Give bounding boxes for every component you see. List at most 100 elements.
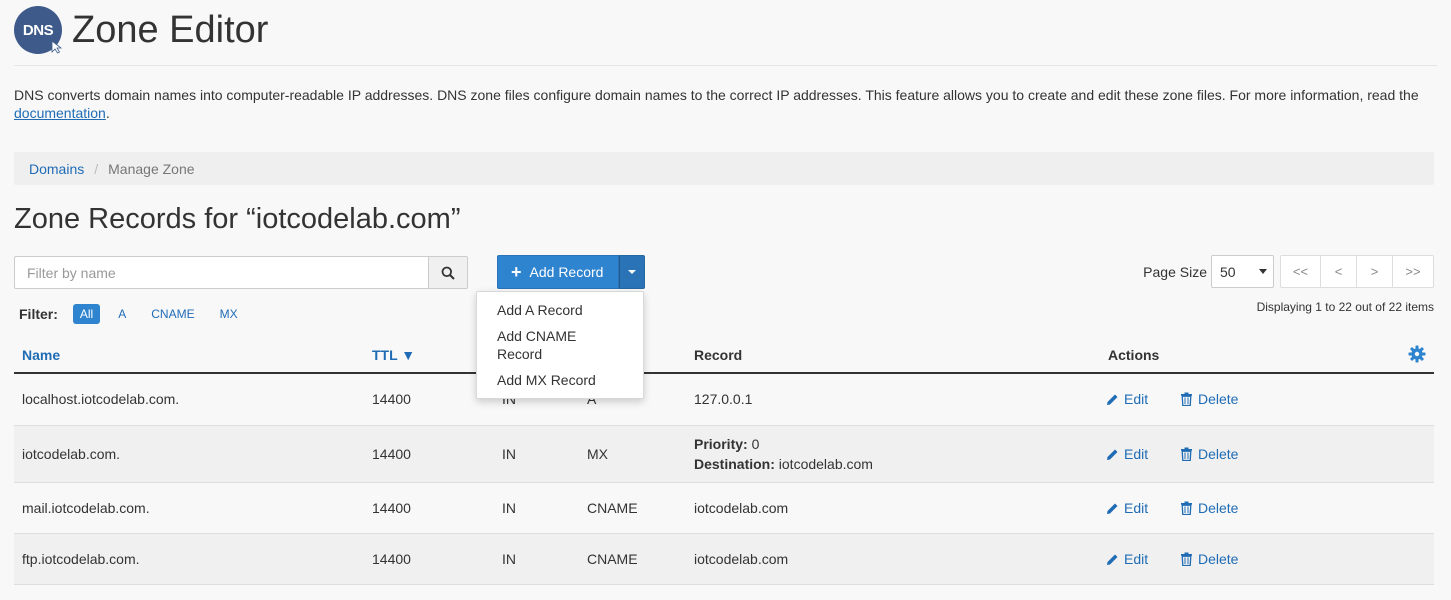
record-ttl: 14400 [372,446,411,462]
edit-button[interactable]: Edit [1106,500,1148,516]
priority-value: 0 [747,436,760,452]
record-name: ftp.iotcodelab.com. [22,551,140,567]
delete-label: Delete [1198,391,1239,407]
cursor-icon [51,40,63,54]
page-size-select[interactable]: 50 [1211,255,1274,288]
pencil-icon [1107,503,1118,514]
title-divider [14,65,1437,66]
destination-label: Destination: [694,456,775,472]
delete-label: Delete [1198,551,1239,567]
page-size-label: Page Size [1143,263,1207,280]
record-value: iotcodelab.com [694,551,789,567]
breadcrumb: Domains / Manage Zone [14,152,1434,185]
add-record-menu: Add A Record Add CNAME Record Add MX Rec… [476,291,644,399]
filter-label: Filter: [19,306,58,322]
record-ttl: 14400 [372,551,411,567]
breadcrumb-separator: / [94,160,99,177]
record-class: IN [502,500,516,516]
edit-label: Edit [1124,391,1149,407]
add-record-button[interactable]: + Add Record [497,255,619,289]
pager: << < > >> [1280,255,1434,288]
record-type: CNAME [587,500,638,516]
page-size-value: 50 [1220,263,1236,280]
displaying-count: Displaying 1 to 22 out of 22 items [1256,300,1434,314]
delete-label: Delete [1198,500,1239,516]
column-name[interactable]: Name [22,347,60,363]
filter-all[interactable]: All [72,304,101,324]
priority-label: Priority: [694,436,748,452]
delete-button[interactable]: Delete [1180,391,1238,407]
edit-label: Edit [1124,551,1149,567]
search-group [14,256,468,289]
zone-records-table: Name TTL ▼ Record Actions localhost.iotc… [14,338,1434,585]
add-record-group: + Add Record [497,255,645,289]
menu-item-add-cname-record[interactable]: Add CNAME Record [477,323,643,367]
record-ttl: 14400 [372,391,411,407]
record-name: mail.iotcodelab.com. [22,500,150,516]
trash-icon [1181,552,1192,566]
column-ttl[interactable]: TTL ▼ [372,347,415,363]
intro-suffix: . [105,105,110,121]
intro-text: DNS converts domain names into computer-… [14,86,1434,122]
filter-mx[interactable]: MX [213,304,245,324]
delete-button[interactable]: Delete [1180,551,1238,567]
pager-last-button[interactable]: >> [1392,255,1434,288]
filter-row: Filter: All A CNAME MX [19,304,256,324]
record-name: iotcodelab.com. [22,446,121,462]
record-priority: Priority: 0 [694,436,759,452]
page-header: DNS Zone Editor [14,6,268,54]
pencil-icon [1107,394,1118,405]
delete-button[interactable]: Delete [1180,500,1238,516]
filter-a[interactable]: A [111,304,133,324]
add-record-label: Add Record [529,264,604,280]
pager-first-button[interactable]: << [1280,255,1321,288]
record-destination: Destination: iotcodelab.com [694,456,873,472]
destination-value: iotcodelab.com [774,456,873,472]
record-value: iotcodelab.com [694,500,789,516]
caret-down-icon [628,270,636,274]
edit-button[interactable]: Edit [1106,551,1148,567]
search-button[interactable] [429,256,468,289]
pencil-icon [1107,554,1118,565]
pager-next-button[interactable]: > [1356,255,1393,288]
column-actions: Actions [1108,347,1160,363]
record-ttl: 14400 [372,500,411,516]
delete-label: Delete [1198,446,1239,462]
table-row: iotcodelab.com. 14400 IN MX Priority: 0 … [14,426,1434,483]
page-title: Zone Editor [72,9,269,51]
dns-logo-icon: DNS [14,6,63,54]
section-title: Zone Records for “iotcodelab.com” [14,203,461,235]
table-header: Name TTL ▼ Record Actions [14,338,1434,374]
record-name: localhost.iotcodelab.com. [22,391,180,407]
add-record-dropdown-toggle[interactable] [619,255,645,289]
pencil-icon [1107,449,1118,460]
table-row: localhost.iotcodelab.com. 14400 IN A 127… [14,374,1434,426]
table-row: mail.iotcodelab.com. 14400 IN CNAME iotc… [14,483,1434,534]
search-input[interactable] [14,256,429,289]
page-size-control: Page Size 50 << < > >> [1143,255,1434,288]
search-icon [441,266,455,280]
logo-text: DNS [22,21,54,39]
gear-icon[interactable] [1408,345,1426,363]
delete-button[interactable]: Delete [1180,446,1238,462]
documentation-link[interactable]: documentation [14,105,106,121]
edit-button[interactable]: Edit [1106,446,1148,462]
breadcrumb-domains-link[interactable]: Domains [29,161,84,177]
intro-body: DNS converts domain names into computer-… [14,87,1419,103]
record-value: 127.0.0.1 [694,391,753,407]
trash-icon [1181,447,1192,461]
trash-icon [1181,501,1192,515]
record-class: IN [502,446,516,462]
menu-item-add-mx-record[interactable]: Add MX Record [477,367,643,393]
filter-cname[interactable]: CNAME [144,304,201,324]
plus-icon: + [511,262,522,282]
edit-label: Edit [1124,500,1149,516]
record-type: MX [587,446,608,462]
table-row: ftp.iotcodelab.com. 14400 IN CNAME iotco… [14,534,1434,585]
menu-item-add-a-record[interactable]: Add A Record [477,297,643,323]
column-record: Record [694,347,743,363]
pager-prev-button[interactable]: < [1320,255,1357,288]
trash-icon [1181,392,1192,406]
breadcrumb-current: Manage Zone [108,160,195,177]
edit-button[interactable]: Edit [1106,391,1148,407]
